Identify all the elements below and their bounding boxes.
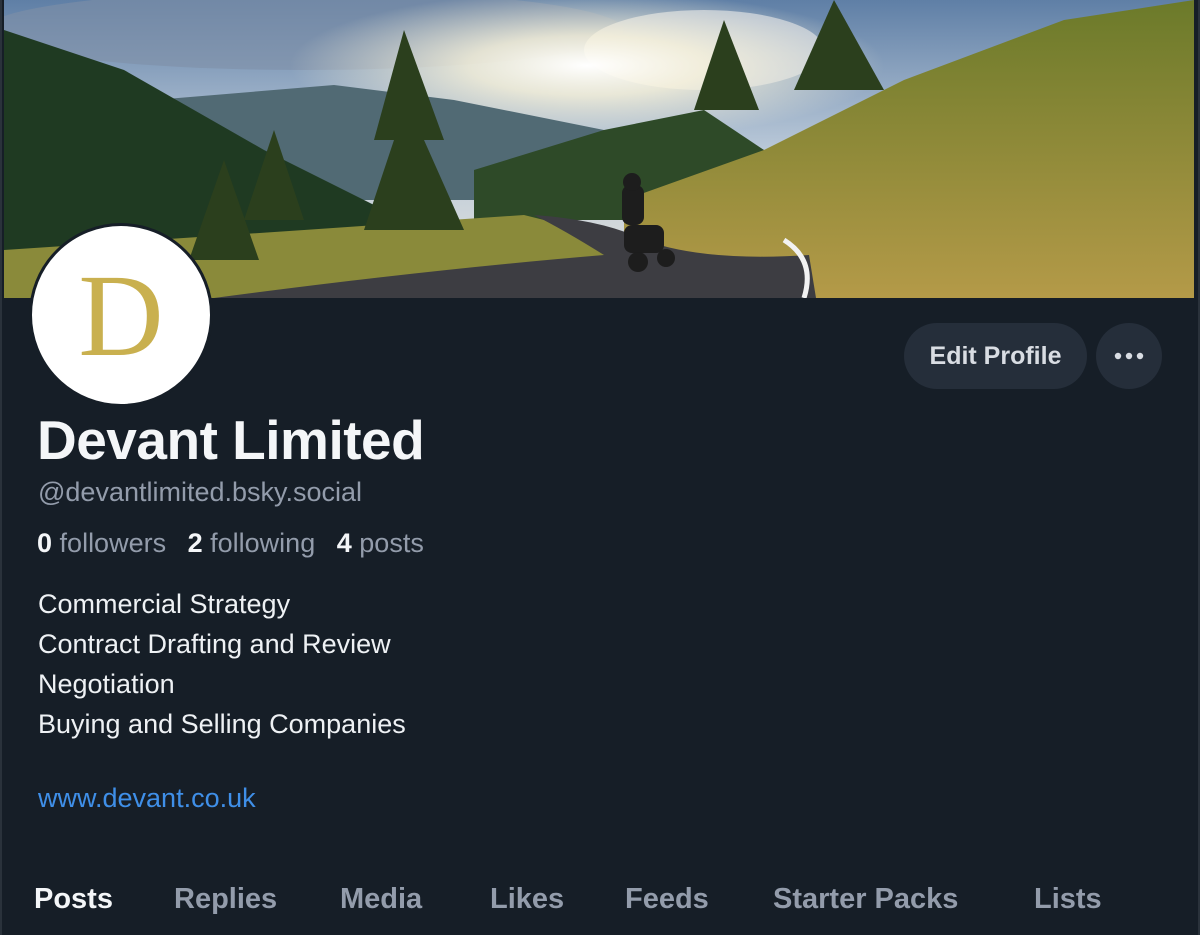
profile-bio: Commercial Strategy Contract Drafting an… [38,584,406,744]
display-name: Devant Limited [37,409,425,471]
following-label: following [210,528,316,558]
bio-line: Negotiation [38,669,175,699]
followers-stat[interactable]: 0 followers [37,528,166,558]
tab-media[interactable]: Media [340,883,422,916]
edit-profile-button[interactable]: Edit Profile [904,323,1087,389]
posts-count: 4 [336,528,352,558]
following-count: 2 [187,528,203,558]
more-options-button[interactable] [1096,323,1162,389]
bio-line: Commercial Strategy [38,589,291,619]
profile-handle: @devantlimited.bsky.social [38,477,363,507]
profile-stats: 0 followers 2 following 4 posts [37,528,438,559]
tab-replies[interactable]: Replies [174,883,277,916]
posts-label: posts [359,528,424,558]
profile-avatar[interactable]: D [29,223,213,407]
tab-likes[interactable]: Likes [490,883,564,916]
bio-line: Contract Drafting and Review [38,629,391,659]
profile-page: D Edit Profile Devant Limited @devantlim… [0,0,1200,935]
tab-posts[interactable]: Posts [34,883,113,916]
tab-starter-packs[interactable]: Starter Packs [773,883,958,916]
following-stat[interactable]: 2 following [188,528,316,558]
followers-label: followers [59,528,167,558]
avatar-logo-letter: D [78,250,164,381]
tab-lists[interactable]: Lists [1034,883,1102,916]
tab-feeds[interactable]: Feeds [625,883,709,916]
followers-count: 0 [37,528,53,558]
more-horizontal-icon [1114,347,1144,365]
bio-line: Buying and Selling Companies [38,709,406,739]
website-link[interactable]: www.devant.co.uk [38,783,256,814]
profile-tabs: Posts Replies Media Likes Feeds Starter … [2,880,1198,935]
posts-stat: 4 posts [337,528,424,558]
